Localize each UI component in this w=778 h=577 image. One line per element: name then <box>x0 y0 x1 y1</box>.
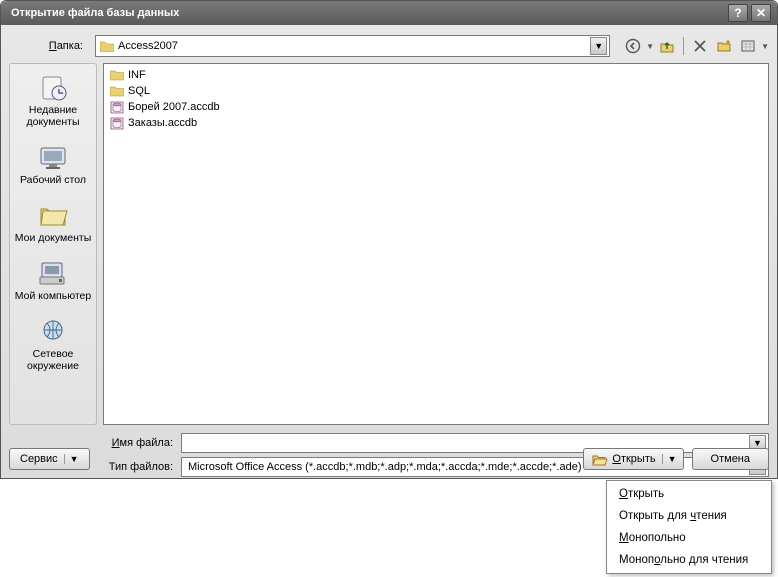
file-item[interactable]: Заказы.accdb <box>108 115 764 131</box>
delete-button[interactable] <box>689 35 711 57</box>
file-item[interactable]: Борей 2007.accdb <box>108 99 764 115</box>
tools-button[interactable]: Сервис ▼ <box>9 448 90 470</box>
desktop-icon <box>36 142 70 172</box>
cancel-label: Отмена <box>711 453 750 465</box>
folder-label: Папка: <box>9 40 89 52</box>
open-menu-item[interactable]: Открыть для чтения <box>609 505 769 527</box>
place-label: Сетевое окружение <box>13 348 93 372</box>
place-label: Недавние документы <box>13 104 93 128</box>
window-title: Открытие файла базы данных <box>11 7 725 19</box>
place-network[interactable]: Сетевое окружение <box>13 312 93 378</box>
open-menu-item[interactable]: Монопольно <box>609 527 769 549</box>
file-list[interactable]: INF SQL Борей 2007.accdb Заказы.accdb <box>103 63 769 425</box>
place-label: Рабочий стол <box>13 174 93 186</box>
folder-name: Access2007 <box>118 40 178 52</box>
chevron-down-icon: ▼ <box>662 454 677 464</box>
toolbar-separator <box>683 37 684 55</box>
place-label: Мой компьютер <box>13 290 93 302</box>
nav-toolbar: ▼ ▼ <box>622 35 769 57</box>
open-menu-item[interactable]: Монопольно для чтения <box>609 549 769 571</box>
views-dropdown-icon[interactable]: ▼ <box>761 42 769 51</box>
mycomp-icon <box>36 258 70 288</box>
main-area: Недавние документы Рабочий стол Мои докуме… <box>9 63 769 425</box>
tools-label: Сервис <box>20 453 58 465</box>
close-button[interactable]: ✕ <box>751 4 771 22</box>
places-bar: Недавние документы Рабочий стол Мои докуме… <box>9 63 97 425</box>
folder-icon <box>110 68 124 82</box>
database-file-icon <box>110 116 124 130</box>
recent-icon <box>36 72 70 102</box>
file-item[interactable]: INF <box>108 67 764 83</box>
mydocs-icon <box>36 200 70 230</box>
open-button[interactable]: Открыть ▼ <box>583 448 683 470</box>
place-desktop[interactable]: Рабочий стол <box>13 138 93 192</box>
place-mydocs[interactable]: Мои документы <box>13 196 93 250</box>
folder-icon <box>100 40 114 52</box>
file-item[interactable]: SQL <box>108 83 764 99</box>
views-button[interactable] <box>737 35 759 57</box>
back-dropdown-icon[interactable]: ▼ <box>646 42 654 51</box>
open-label: Открыть <box>612 453 655 465</box>
place-recent[interactable]: Недавние документы <box>13 68 93 134</box>
file-name: Заказы.accdb <box>128 117 197 129</box>
folder-icon <box>110 84 124 98</box>
place-mycomp[interactable]: Мой компьютер <box>13 254 93 308</box>
folder-combo[interactable]: Access2007 ▼ <box>95 35 610 57</box>
database-file-icon <box>110 100 124 114</box>
titlebar: Открытие файла базы данных ? ✕ <box>1 1 777 25</box>
file-name: SQL <box>128 85 150 97</box>
folder-dropdown-icon[interactable]: ▼ <box>590 37 607 55</box>
open-folder-icon <box>592 453 608 466</box>
open-menu-item[interactable]: Открыть <box>609 483 769 505</box>
help-button[interactable]: ? <box>728 4 748 22</box>
place-label: Мои документы <box>13 232 93 244</box>
back-button[interactable] <box>622 35 644 57</box>
network-icon <box>36 316 70 346</box>
cancel-button[interactable]: Отмена <box>692 448 769 470</box>
footer: Сервис ▼ Открыть ▼ Отмена <box>9 448 769 470</box>
open-file-dialog: Открытие файла базы данных ? ✕ Папка: Ac… <box>0 0 778 479</box>
file-name: INF <box>128 69 146 81</box>
dialog-body: Папка: Access2007 ▼ ▼ <box>1 25 777 478</box>
location-row: Папка: Access2007 ▼ ▼ <box>9 33 769 59</box>
chevron-down-icon: ▼ <box>64 454 79 464</box>
new-folder-button[interactable] <box>713 35 735 57</box>
open-dropdown-menu: ОткрытьОткрыть для чтенияМонопольноМоноп… <box>606 480 772 574</box>
file-name: Борей 2007.accdb <box>128 101 220 113</box>
up-button[interactable] <box>656 35 678 57</box>
